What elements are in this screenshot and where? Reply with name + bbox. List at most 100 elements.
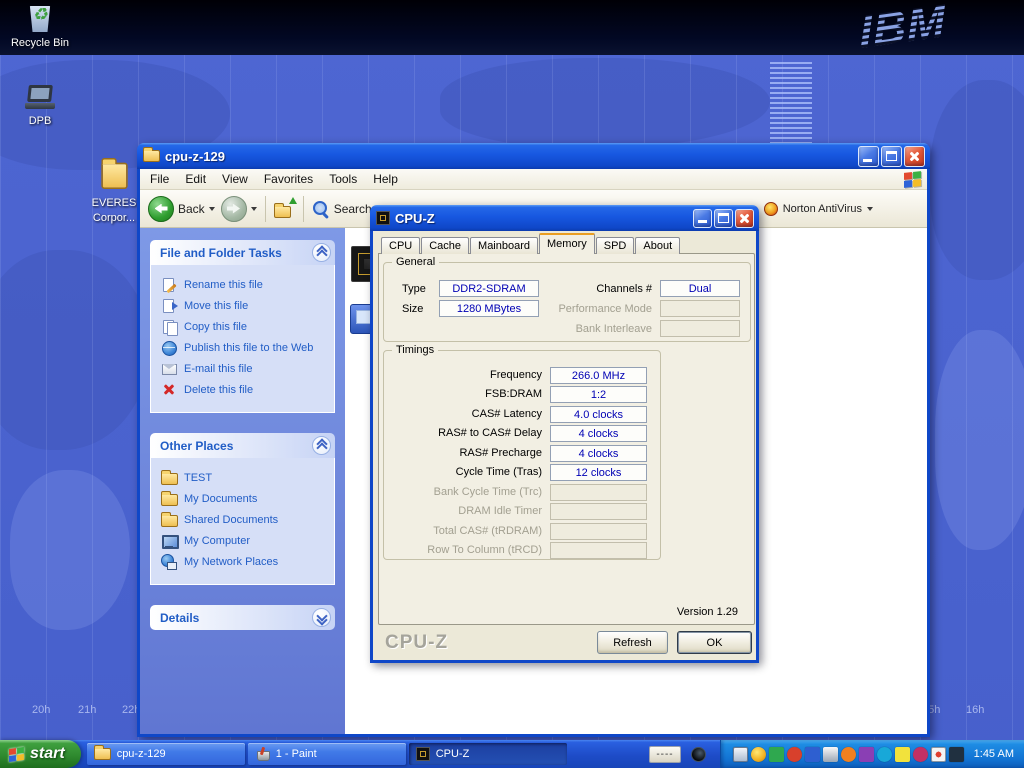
tab-mainboard[interactable]: Mainboard bbox=[470, 237, 538, 254]
channels-value-field: Dual bbox=[660, 280, 740, 297]
folder-icon bbox=[161, 470, 177, 486]
timing-value-field: 4 clocks bbox=[550, 445, 647, 462]
tray-icon[interactable] bbox=[751, 747, 766, 762]
timings-groupbox: Timings Frequency 266.0 MHz FSB:DRAM 1:2… bbox=[383, 350, 661, 560]
tray-icon[interactable] bbox=[913, 747, 928, 762]
tab-cpu[interactable]: CPU bbox=[381, 237, 420, 254]
taskbar-task-paint[interactable]: 1 - Paint bbox=[248, 743, 406, 765]
tray-icon[interactable] bbox=[823, 747, 838, 762]
panel-header[interactable]: Other Places bbox=[150, 433, 335, 458]
desktop-icon-label: EVERES bbox=[92, 197, 137, 209]
crescent-icon[interactable] bbox=[691, 747, 706, 762]
sidebar-item-my-computer[interactable]: My Computer bbox=[161, 533, 330, 549]
tray-icon[interactable] bbox=[733, 747, 748, 762]
task-label: Delete this file bbox=[184, 384, 253, 396]
explorer-titlebar[interactable]: cpu-z-129 bbox=[137, 143, 930, 169]
desktop-icon-label: DPB bbox=[29, 115, 52, 127]
collapse-chevron-button[interactable] bbox=[312, 243, 331, 262]
task-rename-this-file[interactable]: Rename this file bbox=[161, 277, 330, 293]
folder-icon bbox=[101, 163, 127, 189]
tab-cache[interactable]: Cache bbox=[421, 237, 469, 254]
tray-icon[interactable] bbox=[787, 747, 802, 762]
tab-memory[interactable]: Memory bbox=[539, 233, 595, 254]
timing-value-field: 4 clocks bbox=[550, 425, 647, 442]
tray-icon[interactable] bbox=[949, 747, 964, 762]
back-button[interactable]: Back bbox=[148, 196, 215, 222]
timing-label: DRAM Idle Timer bbox=[384, 505, 542, 517]
memory-tab-page: General Type DDR2-SDRAM Size 1280 MBytes… bbox=[378, 253, 755, 625]
timing-value-field: 1:2 bbox=[550, 386, 647, 403]
search-button[interactable]: Search bbox=[312, 200, 372, 218]
channels-label: Channels # bbox=[534, 283, 652, 296]
norton-label: Norton AntiVirus bbox=[783, 203, 862, 215]
minimize-button[interactable] bbox=[693, 209, 712, 228]
sidebar-item-my-documents[interactable]: My Documents bbox=[161, 491, 330, 507]
arrow-right-icon bbox=[227, 204, 240, 214]
sidebar-item-test[interactable]: TEST bbox=[161, 470, 330, 486]
menu-favorites[interactable]: Favorites bbox=[256, 170, 321, 188]
sidebar-item-my-network-places[interactable]: My Network Places bbox=[161, 554, 330, 570]
maximize-button[interactable] bbox=[714, 209, 733, 228]
timing-label: Total CAS# (tRDRAM) bbox=[384, 525, 542, 537]
timing-value-field bbox=[550, 523, 647, 540]
tray-icon[interactable] bbox=[895, 747, 910, 762]
flag-pane bbox=[904, 180, 912, 188]
menu-help[interactable]: Help bbox=[365, 170, 406, 188]
chevron-down-icon bbox=[251, 207, 257, 211]
panel-header[interactable]: Details bbox=[150, 605, 335, 630]
sidebar-item-shared-documents[interactable]: Shared Documents bbox=[161, 512, 330, 528]
desktop-icon-recycle-bin[interactable]: Recycle Bin bbox=[4, 2, 76, 49]
up-one-level-button[interactable] bbox=[274, 200, 295, 218]
menu-edit[interactable]: Edit bbox=[177, 170, 214, 188]
timing-label: Frequency bbox=[384, 369, 542, 381]
expand-chevron-button[interactable] bbox=[312, 608, 331, 627]
task-move-this-file[interactable]: Move this file bbox=[161, 298, 330, 314]
menu-file[interactable]: File bbox=[142, 170, 177, 188]
menu-view[interactable]: View bbox=[214, 170, 256, 188]
menu-tools[interactable]: Tools bbox=[321, 170, 365, 188]
norton-antivirus-button[interactable]: Norton AntiVirus bbox=[764, 202, 873, 216]
tray-icon[interactable] bbox=[805, 747, 820, 762]
close-button[interactable] bbox=[735, 209, 754, 228]
task-delete-this-file[interactable]: Delete this file bbox=[161, 382, 330, 398]
task-publish-this-file[interactable]: Publish this file to the Web bbox=[161, 340, 330, 356]
task-label: 1 - Paint bbox=[276, 748, 317, 760]
minimize-button[interactable] bbox=[858, 146, 879, 167]
ok-button[interactable]: OK bbox=[677, 631, 752, 654]
system-tray: 1:45 AM bbox=[720, 740, 1024, 768]
timing-label: Row To Column (tRCD) bbox=[384, 544, 542, 556]
timing-row: Frequency 266.0 MHz bbox=[384, 367, 656, 384]
desktop-icon-label: Corpor... bbox=[93, 212, 135, 224]
panel-header[interactable]: File and Folder Tasks bbox=[150, 240, 335, 265]
maximize-button[interactable] bbox=[881, 146, 902, 167]
close-button[interactable] bbox=[904, 146, 925, 167]
taskbar-clock[interactable]: 1:45 AM bbox=[974, 748, 1014, 760]
maximize-icon bbox=[886, 151, 897, 161]
panel-title: Details bbox=[160, 611, 199, 625]
tray-icon[interactable] bbox=[877, 747, 892, 762]
timing-row: Bank Cycle Time (Trc) bbox=[384, 484, 656, 501]
tab-spd[interactable]: SPD bbox=[596, 237, 635, 254]
desktop-icon-dpb[interactable]: DPB bbox=[4, 84, 76, 127]
taskbar-task-cpuz[interactable]: CPU-Z bbox=[409, 743, 567, 765]
details-panel: Details bbox=[150, 605, 335, 630]
laptop-screen bbox=[27, 85, 53, 102]
taskbar-task-cpu-z-129[interactable]: cpu-z-129 bbox=[87, 743, 245, 765]
cpuz-titlebar[interactable]: CPU-Z bbox=[370, 205, 759, 231]
forward-button[interactable] bbox=[221, 196, 257, 222]
explorer-window-title: cpu-z-129 bbox=[165, 149, 853, 164]
tab-about[interactable]: About bbox=[635, 237, 680, 254]
norton-icon bbox=[764, 202, 778, 216]
search-label: Search bbox=[334, 202, 372, 216]
tray-icon[interactable] bbox=[931, 747, 946, 762]
tray-icon[interactable] bbox=[859, 747, 874, 762]
start-button[interactable]: start bbox=[0, 740, 81, 768]
refresh-button[interactable]: Refresh bbox=[597, 631, 668, 654]
tray-icon[interactable] bbox=[769, 747, 784, 762]
taskbar-toolbar-button[interactable]: ---- bbox=[649, 746, 680, 763]
collapse-chevron-button[interactable] bbox=[312, 436, 331, 455]
task-email-this-file[interactable]: E-mail this file bbox=[161, 361, 330, 377]
task-copy-this-file[interactable]: Copy this file bbox=[161, 319, 330, 335]
flag-pane bbox=[913, 179, 921, 187]
tray-icon[interactable] bbox=[841, 747, 856, 762]
